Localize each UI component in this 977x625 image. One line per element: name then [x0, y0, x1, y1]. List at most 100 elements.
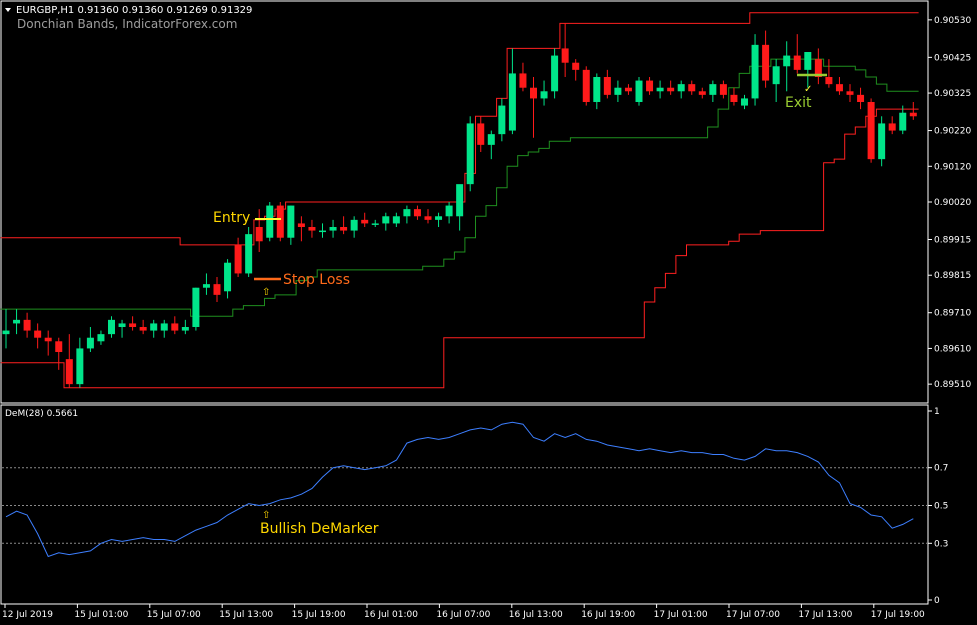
bull-candle — [76, 348, 84, 385]
bear-candle — [561, 48, 569, 63]
bear-candle — [688, 84, 696, 92]
bull-candle — [371, 223, 379, 225]
bear-candle — [667, 87, 675, 92]
time-tick-label: 16 Jul 01:00 — [364, 610, 418, 620]
bear-candle — [276, 205, 284, 238]
time-tick-label: 16 Jul 07:00 — [436, 610, 490, 620]
bull-candle — [2, 330, 10, 335]
bear-candle — [888, 123, 896, 131]
arrow-up-icon: ⇧ — [262, 510, 270, 521]
bear-candle — [55, 341, 63, 352]
price-tick-label: 0.89815 — [934, 271, 971, 281]
check-icon: ✓ — [804, 84, 812, 95]
bear-candle — [65, 359, 73, 385]
bear-candle — [835, 84, 843, 92]
bear-candle — [477, 123, 485, 145]
bull-candle — [772, 66, 780, 85]
bull-candle — [160, 323, 168, 331]
bull-candle — [614, 87, 622, 95]
time-tick-label: 12 Jul 2019 — [2, 610, 53, 620]
bear-candle — [424, 216, 432, 220]
bear-candle — [909, 112, 917, 117]
time-tick-label: 15 Jul 19:00 — [292, 610, 346, 620]
time-tick-label: 15 Jul 13:00 — [219, 610, 273, 620]
bull-candle — [287, 205, 295, 238]
bear-candle — [846, 91, 854, 95]
exit-label: Exit — [785, 95, 812, 111]
bull-candle — [97, 334, 105, 342]
bull-candle — [508, 73, 516, 131]
time-tick-label: 17 Jul 13:00 — [798, 610, 852, 620]
price-tick-label: 0.89710 — [934, 309, 971, 319]
price-tick-label: 0.90120 — [934, 162, 971, 172]
bear-candle — [34, 330, 42, 338]
bull-candle — [709, 84, 717, 95]
trading-chart: 0.90530 0.90425 0.90325 0.90220 0.90120 0.900… — [0, 0, 977, 625]
bull-candle — [319, 230, 326, 233]
bear-candle — [572, 62, 580, 70]
bear-candle — [129, 323, 137, 327]
bull-candle — [593, 77, 601, 102]
bull-candle — [656, 87, 664, 92]
bear-candle — [171, 323, 179, 331]
price-tick-label: 0.90020 — [934, 198, 971, 208]
bear-candle — [23, 319, 31, 331]
bull-candle — [350, 219, 358, 231]
time-tick-label: 17 Jul 07:00 — [726, 610, 780, 620]
price-tick-label: 0.89915 — [934, 236, 971, 246]
bull-candle — [751, 44, 759, 99]
bull-candle — [266, 205, 274, 238]
indicator-tick-label: 0.7 — [934, 464, 948, 474]
bull-candle — [108, 319, 115, 335]
bear-candle — [255, 227, 263, 242]
bear-candle — [857, 94, 865, 102]
bear-candle — [624, 87, 632, 92]
bull-candle — [403, 209, 411, 217]
time-tick-label: 16 Jul 13:00 — [509, 610, 563, 620]
bull-candle — [635, 80, 643, 102]
bull-candle — [498, 105, 506, 135]
bear-candle — [361, 219, 369, 224]
price-tick-label: 0.90425 — [934, 53, 971, 63]
bear-candle — [530, 87, 537, 99]
time-tick-label: 17 Jul 01:00 — [654, 610, 708, 620]
price-tick-label: 0.89510 — [934, 380, 971, 390]
bull-candle — [804, 52, 812, 70]
bull-candle — [540, 91, 548, 99]
stop-loss-label: Stop Loss — [283, 272, 350, 288]
indicator-tick-label: 0.5 — [934, 502, 948, 512]
bear-candle — [519, 73, 527, 88]
bear-candle — [234, 244, 242, 274]
bull-candle — [202, 284, 210, 288]
bullish-demarker-label: Bullish DeMarker — [260, 521, 379, 537]
bear-candle — [44, 337, 52, 342]
price-tick-label: 0.90220 — [934, 127, 971, 137]
bull-candle — [382, 216, 390, 224]
time-tick-label: 17 Jul 19:00 — [871, 610, 925, 620]
bear-candle — [582, 69, 590, 102]
bear-candle — [698, 91, 706, 95]
symbol-line: EURGBP,H1 0.91360 0.91360 0.91269 0.9132… — [16, 5, 252, 16]
arrow-up-icon: ⇧ — [262, 287, 270, 298]
bull-candle — [86, 337, 94, 349]
bull-candle — [181, 327, 189, 331]
bear-candle — [646, 80, 654, 92]
bear-candle — [308, 227, 316, 231]
indicator-name: Donchian Bands, IndicatorForex.com — [17, 17, 237, 31]
bull-candle — [741, 98, 748, 106]
price-tick-label: 0.90325 — [934, 89, 971, 99]
entry-label: Entry — [213, 210, 250, 226]
bear-candle — [340, 227, 348, 231]
bull-candle — [487, 134, 495, 145]
bear-candle — [213, 284, 221, 295]
bear-candle — [603, 77, 611, 95]
bull-candle — [245, 234, 253, 274]
bull-candle — [192, 287, 200, 327]
time-tick-label: 15 Jul 01:00 — [74, 610, 128, 620]
bull-candle — [224, 262, 232, 292]
price-tick-label: 0.89610 — [934, 344, 971, 354]
bull-candle — [445, 205, 453, 217]
indicator-tick-label: 1 — [934, 407, 940, 417]
bull-candle — [13, 319, 21, 324]
bull-candle — [878, 123, 886, 160]
